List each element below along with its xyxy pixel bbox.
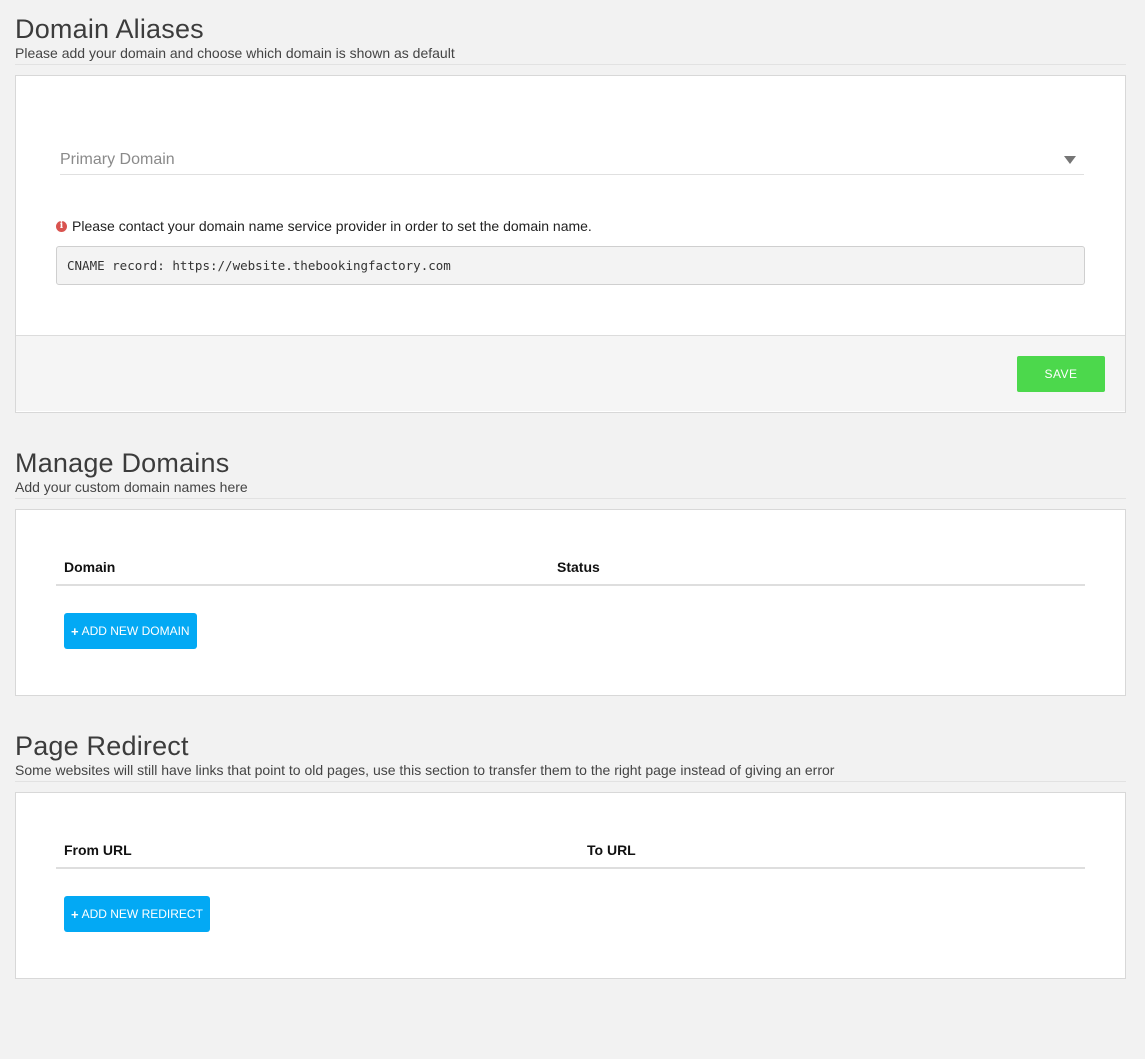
dns-notice: i Please contact your domain name servic… bbox=[56, 218, 592, 234]
column-domain: Domain bbox=[64, 559, 116, 575]
add-new-domain-label: ADD NEW DOMAIN bbox=[81, 624, 190, 638]
domain-aliases-footer: SAVE bbox=[16, 335, 1125, 411]
save-button[interactable]: SAVE bbox=[1017, 356, 1105, 392]
add-new-redirect-button[interactable]: + ADD NEW REDIRECT bbox=[64, 896, 210, 932]
info-circle-icon: i bbox=[56, 220, 67, 232]
add-new-redirect-label: ADD NEW REDIRECT bbox=[81, 907, 203, 921]
column-to-url: To URL bbox=[587, 842, 636, 858]
primary-domain-select[interactable]: Primary Domain bbox=[60, 148, 1084, 175]
page-redirect-title: Page Redirect bbox=[15, 731, 189, 761]
page-redirect-header: Page Redirect Some websites will still h… bbox=[15, 731, 1126, 782]
domain-aliases-header: Domain Aliases Please add your domain an… bbox=[15, 14, 1126, 65]
plus-icon: + bbox=[71, 906, 79, 922]
caret-down-icon bbox=[1064, 156, 1076, 164]
page-redirect-card: From URL To URL + ADD NEW REDIRECT bbox=[15, 792, 1126, 979]
primary-domain-placeholder: Primary Domain bbox=[60, 151, 175, 168]
plus-icon: + bbox=[71, 623, 79, 639]
manage-domains-header: Manage Domains Add your custom domain na… bbox=[15, 448, 1126, 499]
manage-domains-card: Domain Status + ADD NEW DOMAIN bbox=[15, 509, 1126, 696]
redirects-table-header: From URL To URL bbox=[56, 842, 1085, 869]
dns-notice-text: Please contact your domain name service … bbox=[72, 218, 592, 234]
domain-aliases-subtitle: Please add your domain and choose which … bbox=[15, 45, 455, 61]
page-redirect-subtitle: Some websites will still have links that… bbox=[15, 762, 835, 778]
cname-record-field: CNAME record: https://website.thebooking… bbox=[56, 246, 1085, 285]
domains-table-header: Domain Status bbox=[56, 559, 1085, 586]
add-new-domain-button[interactable]: + ADD NEW DOMAIN bbox=[64, 613, 197, 649]
domain-aliases-card: Primary Domain i Please contact your dom… bbox=[15, 75, 1126, 413]
column-from-url: From URL bbox=[64, 842, 132, 858]
domain-aliases-title: Domain Aliases bbox=[15, 14, 204, 44]
manage-domains-subtitle: Add your custom domain names here bbox=[15, 479, 248, 495]
manage-domains-title: Manage Domains bbox=[15, 448, 230, 478]
column-status: Status bbox=[557, 559, 600, 575]
